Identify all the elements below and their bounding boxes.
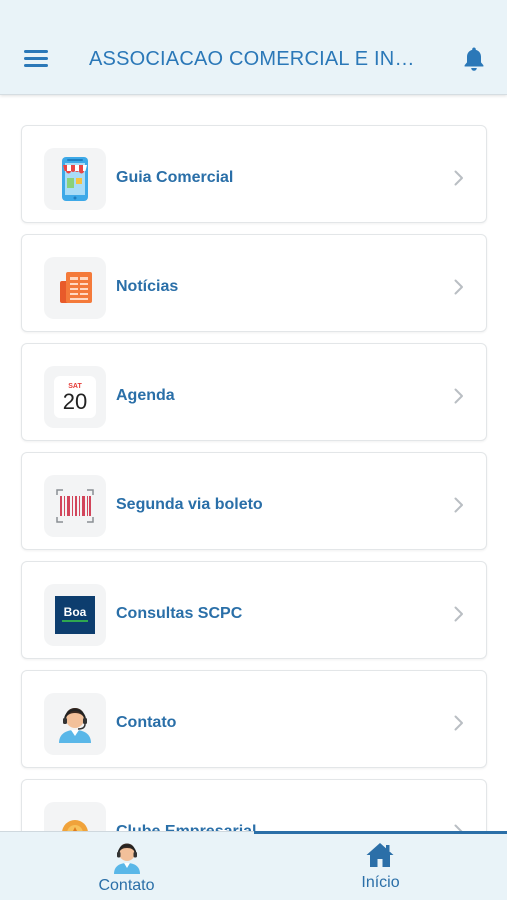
store-phone-icon (44, 148, 106, 210)
menu-item-segunda-via-boleto[interactable]: Segunda via boleto (21, 452, 487, 550)
bottom-nav: Contato Início (0, 831, 507, 900)
app-header: ASSOCIACAO COMERCIAL E INDU... (0, 0, 507, 95)
menu-item-label: Notícias (116, 278, 179, 295)
menu-item-clube-empresarial[interactable]: Clube Empresarial (21, 779, 487, 831)
calendar-date-text: 20 (63, 389, 87, 414)
chevron-right-icon (454, 279, 463, 295)
hamburger-menu-icon[interactable] (24, 50, 48, 68)
tab-inicio[interactable]: Início (254, 832, 507, 900)
barcode-icon (44, 475, 106, 537)
menu-item-label: Consultas SCPC (116, 605, 243, 622)
menu-item-label: Guia Comercial (116, 169, 234, 186)
page-title: ASSOCIACAO COMERCIAL E INDU... (89, 48, 429, 70)
tab-label: Contato (98, 877, 155, 894)
menu-list: Guia Comercial Notícias SAT 20 Agenda Se… (0, 95, 507, 831)
support-agent-icon (44, 693, 106, 755)
menu-item-label: Contato (116, 714, 177, 731)
bell-icon[interactable] (462, 46, 486, 72)
menu-item-guia-comercial[interactable]: Guia Comercial (21, 125, 487, 223)
chevron-right-icon (454, 170, 463, 186)
menu-item-agenda[interactable]: SAT 20 Agenda (21, 343, 487, 441)
boa-vista-logo-icon: Boa (44, 584, 106, 646)
calendar-icon: SAT 20 (44, 366, 106, 428)
tab-contato[interactable]: Contato (0, 832, 253, 900)
menu-item-contato[interactable]: Contato (21, 670, 487, 768)
chevron-right-icon (454, 824, 463, 831)
menu-item-label: Agenda (116, 387, 175, 404)
chevron-right-icon (454, 388, 463, 404)
menu-item-label: Clube Empresarial (116, 823, 257, 831)
home-icon (366, 843, 394, 867)
newspaper-icon (44, 257, 106, 319)
active-tab-indicator (254, 831, 507, 834)
menu-item-noticias[interactable]: Notícias (21, 234, 487, 332)
chevron-right-icon (454, 497, 463, 513)
support-agent-icon (114, 843, 140, 874)
tab-label: Início (361, 874, 400, 891)
boa-logo-text: Boa (64, 605, 87, 619)
chevron-right-icon (454, 606, 463, 622)
menu-item-consultas-scpc[interactable]: Boa Consultas SCPC (21, 561, 487, 659)
chevron-right-icon (454, 715, 463, 731)
badge-icon (44, 802, 106, 831)
menu-item-label: Segunda via boleto (116, 496, 263, 513)
